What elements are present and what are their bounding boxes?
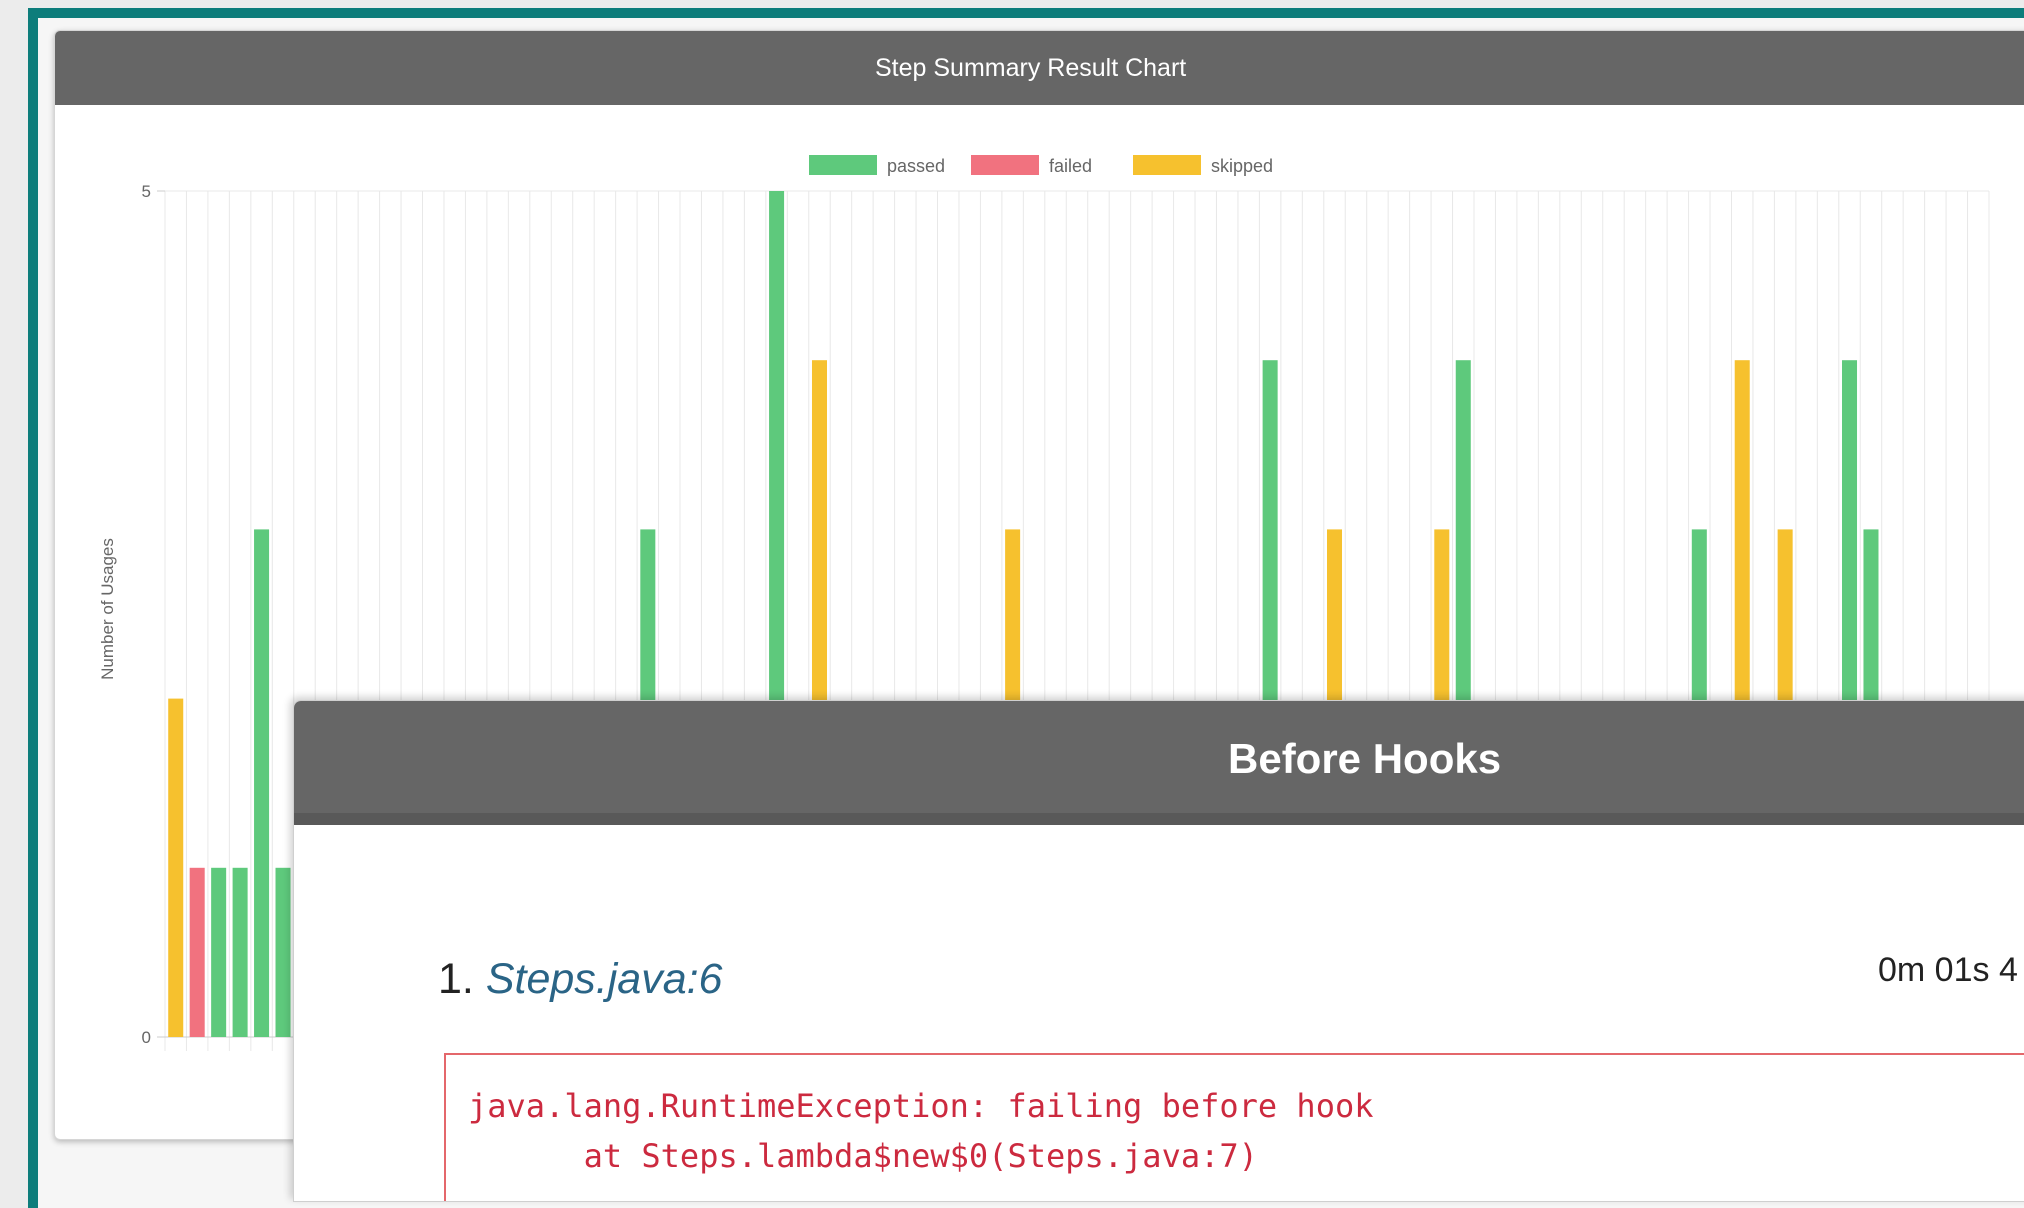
bar-passed [211,867,227,1037]
bar-passed [232,867,248,1037]
bar-passed [275,867,291,1037]
hook-index: 1. [438,955,474,1003]
error-line: java.lang.RuntimeException: failing befo… [468,1087,1374,1125]
bar-passed [254,529,270,1037]
y-axis-label: Number of Usages [98,538,117,680]
legend-swatch-skipped [1133,155,1201,175]
hook-location-link[interactable]: Steps.java:6 [486,955,723,1003]
hook-duration: 0m 01s 4 [1878,951,2018,989]
legend-label-skipped: skipped [1211,156,1273,176]
legend-swatch-passed [809,155,877,175]
bar-skipped [168,698,184,1037]
hook-item: 1. Steps.java:6 [438,955,722,1004]
y-tick-label: 5 [142,182,151,201]
legend-label-passed: passed [887,156,945,176]
y-tick-label: 0 [142,1028,151,1047]
bar-failed [189,867,205,1037]
hook-error-box: java.lang.RuntimeException: failing befo… [444,1053,2024,1201]
legend-label-failed: failed [1049,156,1092,176]
legend-swatch-failed [971,155,1039,175]
before-hooks-title: Before Hooks [1228,735,1502,782]
error-line: at Steps.lambda$new$0(Steps.java:7) [468,1137,1258,1175]
before-hooks-header: Before Hooks [294,701,2024,825]
before-hooks-panel: Before Hooks 1. Steps.java:6 0m 01s 4 ja… [293,700,2024,1202]
